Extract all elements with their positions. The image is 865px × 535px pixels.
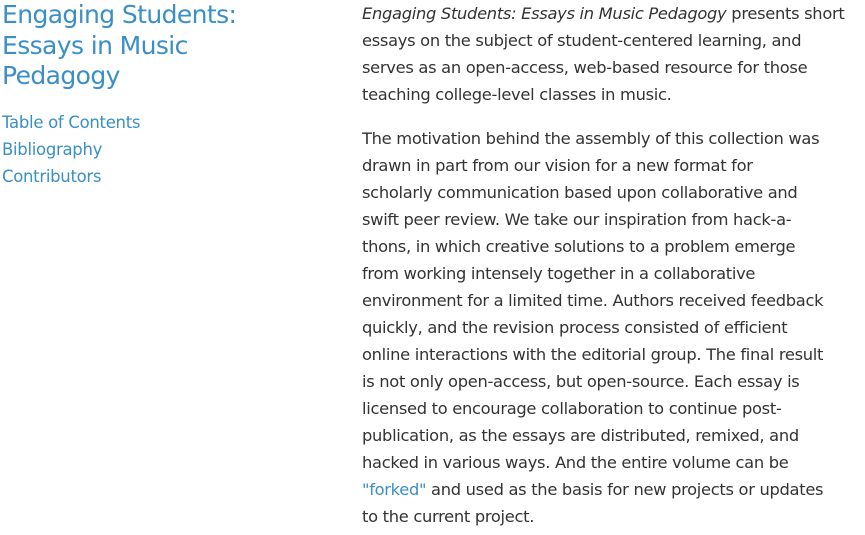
motivation-last-line: to the current project. <box>362 507 535 526</box>
motivation-line: environment for a limited time. Authors … <box>362 291 824 310</box>
intro-line-1: Engaging Students: Essays in Music Pedag… <box>362 0 865 27</box>
nav-link-table-of-contents[interactable]: Table of Contents <box>2 109 332 136</box>
motivation-line: licensed to encourage collaboration to c… <box>362 399 782 418</box>
intro-line: essays on the subject of student-centere… <box>362 31 802 50</box>
motivation-paragraph: The motivation behind the assembly of th… <box>362 125 865 530</box>
motivation-line: publication, as the essays are distribut… <box>362 426 799 445</box>
motivation-line-with-link: "forked" and used as the basis for new p… <box>362 476 865 503</box>
nav-link-bibliography[interactable]: Bibliography <box>2 136 332 163</box>
nav-link-contributors[interactable]: Contributors <box>2 163 332 190</box>
motivation-line: drawn in part from our vision for a new … <box>362 156 753 175</box>
main-content: Engaging Students: Essays in Music Pedag… <box>362 0 865 530</box>
motivation-line: scholarly communication based upon colla… <box>362 183 798 202</box>
motivation-line: swift peer review. We take our inspirati… <box>362 210 792 229</box>
site-title-line-2[interactable]: Essays in Music <box>2 31 332 62</box>
motivation-line: quickly, and the revision process consis… <box>362 318 788 337</box>
intro-line: teaching college-level classes in music. <box>362 85 672 104</box>
motivation-line: hacked in various ways. And the entire v… <box>362 453 789 472</box>
motivation-line: from working intensely together in a col… <box>362 264 756 283</box>
intro-paragraph: Engaging Students: Essays in Music Pedag… <box>362 0 865 108</box>
motivation-line: thons, in which creative solutions to a … <box>362 237 796 256</box>
sidebar: Engaging Students: Essays in Music Pedag… <box>2 0 332 190</box>
site-title-line-3[interactable]: Pedagogy <box>2 61 332 92</box>
motivation-line: is not only open-access, but open-source… <box>362 372 800 391</box>
motivation-line: online interactions with the editorial g… <box>362 345 824 364</box>
site-title-line-1[interactable]: Engaging Students: <box>2 0 332 31</box>
forked-link[interactable]: "forked" <box>362 480 426 499</box>
intro-line: serves as an open-access, web-based reso… <box>362 58 808 77</box>
sidebar-nav: Table of Contents Bibliography Contribut… <box>2 109 332 190</box>
intro-line-1-rest: presents short <box>726 4 845 23</box>
book-title-italic: Engaging Students: Essays in Music Pedag… <box>362 4 727 23</box>
site-title[interactable]: Engaging Students: Essays in Music Pedag… <box>2 0 332 92</box>
motivation-line: The motivation behind the assembly of th… <box>362 129 820 148</box>
after-link-text: and used as the basis for new projects o… <box>426 480 824 499</box>
